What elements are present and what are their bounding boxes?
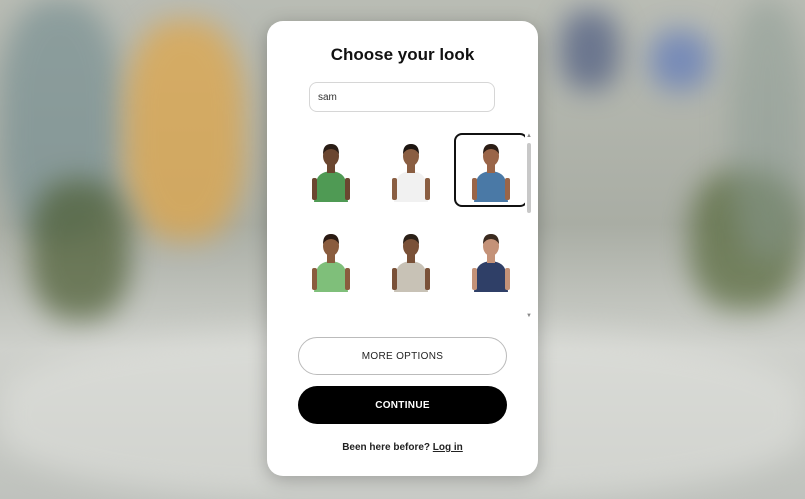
avatar-option[interactable] xyxy=(374,313,448,319)
avatar-grid-scrollbar[interactable]: ▲ ▼ xyxy=(526,133,532,319)
avatar-grey-vest-icon xyxy=(392,234,430,292)
modal-title: Choose your look xyxy=(330,45,475,64)
scroll-thumb[interactable] xyxy=(527,143,531,213)
avatar-picker-modal: Choose your look ▲ ▼ MORE OPTIONS CONTIN… xyxy=(267,21,538,476)
avatar-option[interactable] xyxy=(454,223,525,297)
scroll-up-arrow-icon[interactable]: ▲ xyxy=(526,133,532,139)
login-prompt-text: Been here before? xyxy=(342,442,431,453)
avatar-white-top-icon xyxy=(392,144,430,202)
avatar-option[interactable] xyxy=(294,133,368,207)
continue-button[interactable]: CONTINUE xyxy=(298,386,507,424)
avatar-option[interactable] xyxy=(454,133,525,207)
avatar-partial-2-icon xyxy=(386,318,436,319)
avatar-green-vest-icon xyxy=(312,144,350,202)
avatar-option[interactable] xyxy=(374,223,448,297)
avatar-option[interactable] xyxy=(294,223,368,297)
avatar-green-top-icon xyxy=(312,234,350,292)
avatar-blue-shirt-icon xyxy=(472,144,510,202)
avatar-option[interactable] xyxy=(454,313,525,319)
avatar-option[interactable] xyxy=(294,313,368,319)
name-input[interactable] xyxy=(309,82,495,112)
avatar-partial-3-icon xyxy=(466,318,516,319)
avatar-option[interactable] xyxy=(374,133,448,207)
avatar-navy-top-icon xyxy=(472,234,510,292)
avatar-grid xyxy=(285,129,525,319)
avatar-partial-1-icon xyxy=(306,318,356,319)
login-link[interactable]: Log in xyxy=(433,442,463,453)
login-prompt: Been here before? Log in xyxy=(267,442,538,453)
more-options-button[interactable]: MORE OPTIONS xyxy=(298,337,507,375)
scroll-down-arrow-icon[interactable]: ▼ xyxy=(526,313,532,319)
